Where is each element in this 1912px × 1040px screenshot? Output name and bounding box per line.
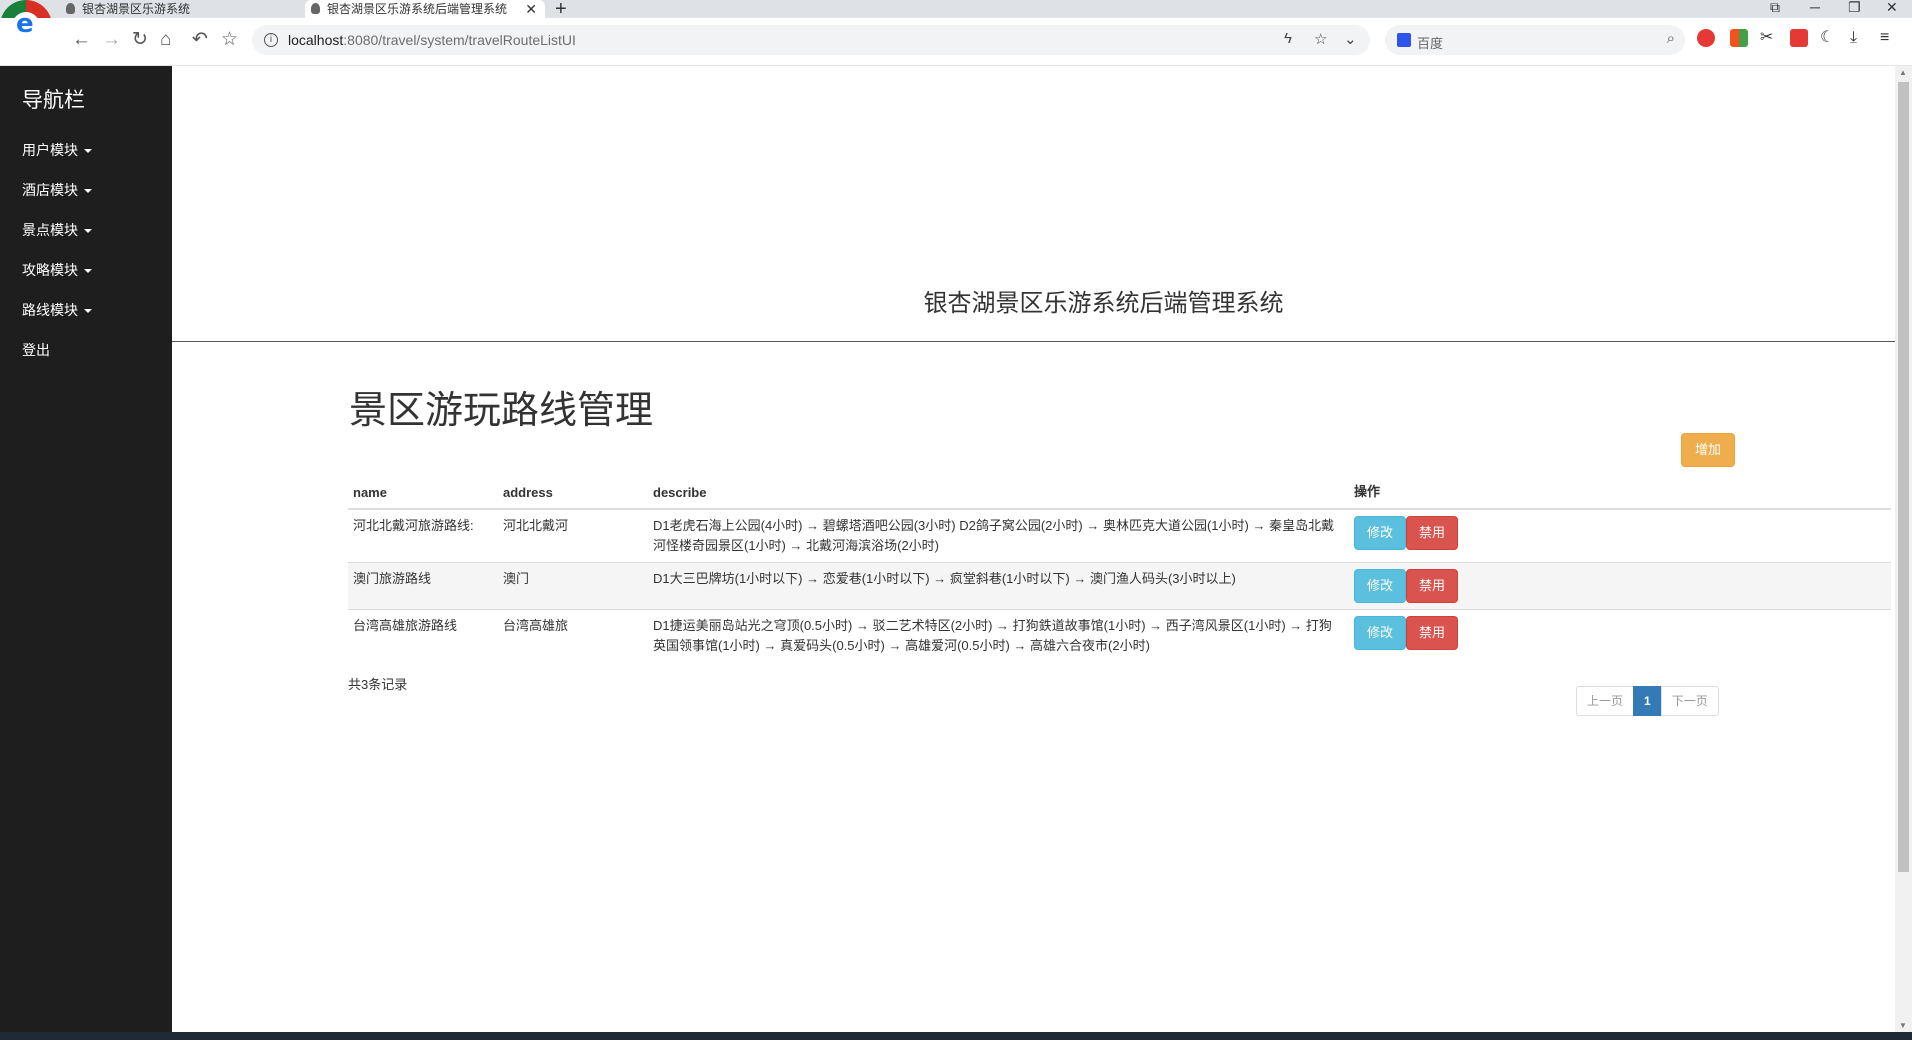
back-icon[interactable]: ← xyxy=(72,28,91,52)
chevron-down-icon[interactable]: ⌄ xyxy=(1344,30,1357,48)
tab-title: 银杏湖景区乐游系统后端管理系统 xyxy=(327,2,508,16)
close-tab-icon[interactable]: ✕ xyxy=(525,0,537,18)
browser-tab-2[interactable]: 银杏湖景区乐游系统后端管理系统 ✕ xyxy=(305,0,545,18)
minimize-button[interactable]: ─ xyxy=(1810,0,1820,15)
os-taskbar xyxy=(0,1032,1912,1040)
sidebar-brand[interactable]: 导航栏 xyxy=(22,84,85,114)
system-title: 银杏湖景区乐游系统后端管理系统 xyxy=(923,290,1284,317)
sidebar: 导航栏 用户模块 酒店模块 景点模块 攻略模块 路线模块 登出 xyxy=(0,66,172,1032)
scroll-down-icon[interactable]: ▼ xyxy=(1899,1021,1907,1030)
route-describe: D1大三巴牌坊(1小时以下) → 恋爱巷(1小时以下) → 疯堂斜巷(1小时以下… xyxy=(648,562,1349,610)
maximize-button[interactable]: ❐ xyxy=(1848,0,1861,16)
search-icon[interactable]: ⌕ xyxy=(1667,30,1675,47)
disable-button[interactable]: 禁用 xyxy=(1406,616,1459,650)
header-divider xyxy=(172,341,1895,342)
address-bar[interactable]: i localhost:8080/travel/system/travelRou… xyxy=(252,25,1370,55)
caret-down-icon xyxy=(84,309,92,314)
caret-down-icon xyxy=(84,189,92,194)
home-icon[interactable]: ⌂ xyxy=(160,28,171,52)
undo-icon[interactable]: ↶ xyxy=(192,28,208,52)
search-box[interactable]: 百度 ⌕ xyxy=(1385,25,1685,55)
scrollbar-thumb[interactable] xyxy=(1898,82,1909,872)
sidebar-item-hotel[interactable]: 酒店模块 xyxy=(22,180,92,200)
table-row: 台湾高雄旅游路线 台湾高雄旅 D1捷运美丽岛站光之穹顶(0.5小时) → 驳二艺… xyxy=(348,609,1891,662)
edit-button[interactable]: 修改 xyxy=(1354,516,1407,550)
route-address: 台湾高雄旅 xyxy=(498,609,648,662)
route-name: 河北北戴河旅游路线: xyxy=(348,508,498,563)
favorite-star-icon[interactable]: ☆ xyxy=(1314,30,1327,48)
table-header-row: name address describe 操作 xyxy=(348,470,1891,510)
site-info-icon[interactable]: i xyxy=(264,33,278,47)
row-actions: 修改 禁用 xyxy=(1349,562,1891,610)
prev-page-button[interactable]: 上一页 xyxy=(1576,686,1635,716)
url-text[interactable]: localhost:8080/travel/system/travelRoute… xyxy=(288,32,576,48)
caret-down-icon xyxy=(84,149,92,154)
close-window-button[interactable]: ✕ xyxy=(1886,0,1898,16)
menu-icon[interactable]: ≡ xyxy=(1880,29,1898,47)
pdf-icon[interactable] xyxy=(1790,29,1808,47)
search-placeholder: 百度 xyxy=(1417,36,1444,51)
restore-layout-icon[interactable]: ⧉ xyxy=(1770,0,1780,16)
page-title: 景区游玩路线管理 xyxy=(349,390,654,432)
caret-down-icon xyxy=(84,269,92,274)
download-icon[interactable]: ⤓ xyxy=(1850,29,1868,47)
edit-button[interactable]: 修改 xyxy=(1354,569,1407,603)
column-header-address: address xyxy=(498,470,648,510)
record-count: 共3条记录 xyxy=(348,677,408,692)
sidebar-item-route[interactable]: 路线模块 xyxy=(22,300,92,320)
vertical-scrollbar[interactable]: ▲ ▼ xyxy=(1895,66,1912,1032)
bookmark-star-icon[interactable]: ☆ xyxy=(221,28,238,52)
sidebar-item-user[interactable]: 用户模块 xyxy=(22,140,92,160)
page-1-button[interactable]: 1 xyxy=(1633,686,1662,716)
sidebar-item-logout[interactable]: 登出 xyxy=(22,340,50,360)
column-header-describe: describe xyxy=(648,470,1349,510)
scroll-up-icon[interactable]: ▲ xyxy=(1899,68,1907,77)
sidebar-item-guide[interactable]: 攻略模块 xyxy=(22,260,92,280)
caret-down-icon xyxy=(84,229,92,234)
disable-button[interactable]: 禁用 xyxy=(1406,569,1459,603)
disable-button[interactable]: 禁用 xyxy=(1406,516,1459,550)
main-content: 银杏湖景区乐游系统后端管理系统 景区游玩路线管理 增加 name address… xyxy=(172,66,1895,1032)
column-header-actions: 操作 xyxy=(1349,470,1891,510)
tab-favicon-icon xyxy=(311,3,320,14)
route-address: 河北北戴河 xyxy=(498,508,648,563)
scissors-icon[interactable]: ✂ xyxy=(1760,29,1778,47)
pagination: 上一页 1 下一页 xyxy=(1576,686,1719,716)
add-button[interactable]: 增加 xyxy=(1681,433,1735,467)
route-address: 澳门 xyxy=(498,562,648,610)
lightning-icon[interactable]: ϟ xyxy=(1284,30,1292,47)
browser-tab-1[interactable]: 银杏湖景区乐游系统 xyxy=(60,0,300,18)
browser-tab-bar: 银杏湖景区乐游系统 银杏湖景区乐游系统后端管理系统 ✕ + ⧉ ─ ❐ ✕ xyxy=(0,0,1912,20)
row-actions: 修改 禁用 xyxy=(1349,609,1891,662)
route-name: 澳门旅游路线 xyxy=(348,562,498,610)
table-row: 河北北戴河旅游路线: 河北北戴河 D1老虎石海上公园(4小时) → 碧螺塔酒吧公… xyxy=(348,508,1891,563)
table-row: 澳门旅游路线 澳门 D1大三巴牌坊(1小时以下) → 恋爱巷(1小时以下) → … xyxy=(348,562,1891,610)
sidebar-item-scenic[interactable]: 景点模块 xyxy=(22,220,92,240)
reload-icon[interactable]: ↻ xyxy=(132,28,148,52)
forward-icon[interactable]: → xyxy=(102,28,121,52)
column-header-name: name xyxy=(348,470,498,510)
route-describe: D1捷运美丽岛站光之穹顶(0.5小时) → 驳二艺术特区(2小时) → 打狗鉄道… xyxy=(648,609,1349,662)
tab-title: 银杏湖景区乐游系统 xyxy=(82,2,191,16)
route-name: 台湾高雄旅游路线 xyxy=(348,609,498,662)
row-actions: 修改 禁用 xyxy=(1349,508,1891,563)
browser-toolbar: ← → ↻ ⌂ ↶ ☆ i localhost:8080/travel/syst… xyxy=(0,18,1912,66)
next-page-button[interactable]: 下一页 xyxy=(1660,686,1719,716)
baidu-icon xyxy=(1397,33,1411,47)
edit-button[interactable]: 修改 xyxy=(1354,616,1407,650)
apps-grid-icon[interactable] xyxy=(1730,29,1748,47)
route-describe: D1老虎石海上公园(4小时) → 碧螺塔酒吧公园(3小时) D2鸽子窝公园(2小… xyxy=(648,508,1349,563)
weibo-icon[interactable] xyxy=(1697,29,1715,47)
night-mode-icon[interactable]: ☾ xyxy=(1820,29,1838,47)
routes-table: name address describe 操作 河北北戴河旅游路线: 河北北戴… xyxy=(348,470,1891,662)
tab-favicon-icon xyxy=(66,3,75,14)
